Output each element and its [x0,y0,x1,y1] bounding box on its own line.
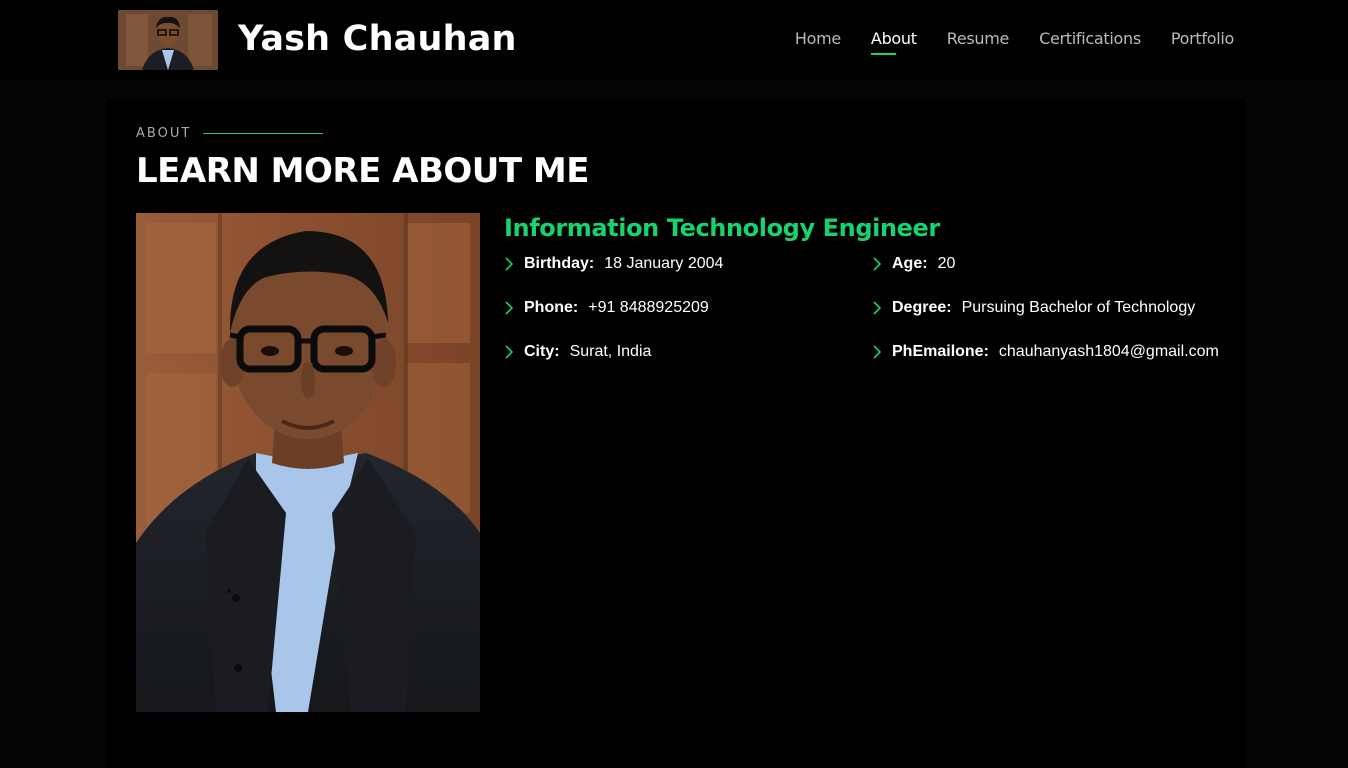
details-right-column: Age: 20 Degree: Pursuing Bachelor of Tec… [872,252,1219,384]
details-left-column: Birthday: 18 January 2004 Phone: +91 848… [504,252,723,384]
site-header: Yash Chauhan Home About Resume Certifica… [0,0,1348,80]
detail-value: 18 January 2004 [604,255,724,272]
detail-key: Degree: [892,299,952,316]
profile-photo [136,213,480,712]
section-label: ABOUT [136,126,192,141]
chevron-right-icon [872,252,892,276]
detail-key: Birthday: [524,255,595,272]
chevron-right-icon [872,340,892,364]
section-label-underline [203,133,323,134]
detail-value: 20 [937,255,956,272]
detail-value[interactable]: chauhanyash1804@gmail.com [999,343,1219,361]
nav-certifications[interactable]: Certifications [1039,27,1141,57]
chevron-right-icon [504,252,524,276]
chevron-right-icon [504,340,524,364]
detail-phone: Phone: +91 8488925209 [504,296,723,320]
section-heading: LEARN MORE ABOUT ME [136,151,590,191]
detail-email: PhEmailone: chauhanyash1804@gmail.com [872,340,1219,364]
detail-key: Phone: [524,299,579,316]
chevron-right-icon [504,296,524,320]
avatar-photo [118,10,218,70]
detail-birthday: Birthday: 18 January 2004 [504,252,723,276]
about-section: ABOUT LEARN MORE ABOUT ME Information Te… [107,100,1245,768]
detail-age: Age: 20 [872,252,1219,276]
detail-degree: Degree: Pursuing Bachelor of Technology [872,296,1219,320]
nav-portfolio[interactable]: Portfolio [1171,27,1234,57]
detail-value: +91 8488925209 [588,299,709,316]
nav-about[interactable]: About [870,27,917,57]
site-title[interactable]: Yash Chauhan [238,16,517,62]
main-nav: Home About Resume Certifications Portfol… [795,27,1234,57]
chevron-right-icon [872,296,892,320]
detail-city: City: Surat, India [504,340,723,364]
header-avatar[interactable] [118,10,218,70]
detail-key: PhEmailone: [892,343,989,360]
detail-key: Age: [892,255,928,272]
nav-resume[interactable]: Resume [947,27,1010,57]
detail-key: City: [524,343,560,360]
detail-value: Surat, India [569,343,652,360]
profile-photo-image [136,213,480,712]
nav-home[interactable]: Home [795,27,841,57]
role-title: Information Technology Engineer [504,214,940,242]
detail-value: Pursuing Bachelor of Technology [961,299,1196,316]
